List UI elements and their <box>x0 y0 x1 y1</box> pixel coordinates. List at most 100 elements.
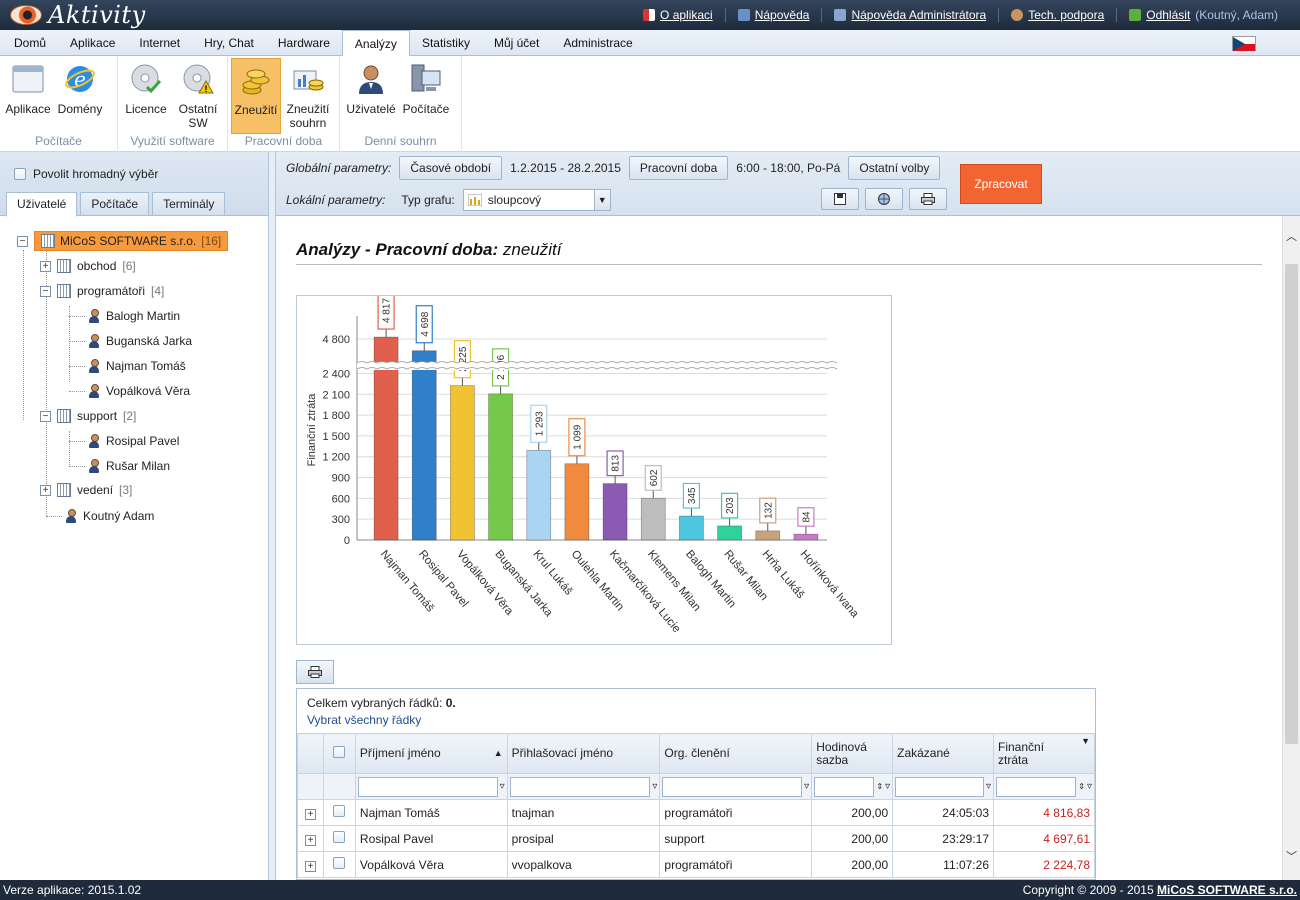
bulk-select-checkbox[interactable] <box>14 168 26 180</box>
filter-input-name[interactable] <box>357 776 498 797</box>
table-row[interactable]: + Vopálková Věra vvopalkova programátoři… <box>297 851 1095 878</box>
tab-users[interactable]: Uživatelé <box>6 192 78 217</box>
menu-item-internet[interactable]: Internet <box>127 30 192 55</box>
period-button[interactable]: Časové období <box>399 156 503 180</box>
ribbon-misuse-button[interactable]: Zneužití <box>231 58 281 134</box>
expand-row-icon[interactable]: + <box>304 834 316 846</box>
filter-icon[interactable]: ▿ <box>1087 781 1092 792</box>
spinner-icon[interactable]: ⇕ <box>1078 782 1085 791</box>
menu-item-my-account[interactable]: Můj účet <box>482 30 551 55</box>
top-link-about[interactable]: O aplikaci <box>631 8 725 22</box>
column-header-login[interactable]: Přihlašovací jméno <box>506 733 661 774</box>
top-link-support[interactable]: Tech. podpora <box>998 8 1116 22</box>
menu-item-analyses[interactable]: Analýzy <box>341 30 410 57</box>
ribbon-users-button[interactable]: Uživatelé <box>343 58 399 134</box>
tree-node-support[interactable]: − support [2] <box>40 405 136 427</box>
tree-user[interactable]: Rosipal Pavel <box>88 430 179 452</box>
tree-node-programatori[interactable]: − programátoři [4] <box>40 280 164 302</box>
collapse-icon[interactable]: − <box>40 410 51 422</box>
tree-user[interactable]: Buganská Jarka <box>88 330 192 352</box>
header-checkbox[interactable] <box>333 746 346 758</box>
worktime-button[interactable]: Pracovní doba <box>628 156 729 180</box>
bulk-select-toggle[interactable]: Povolit hromadný výběr <box>14 167 158 181</box>
top-link-help[interactable]: Nápověda <box>724 8 822 22</box>
tree-user[interactable]: Balogh Martin <box>88 305 180 327</box>
menu-item-hardware[interactable]: Hardware <box>266 30 342 55</box>
tree-node-obchod[interactable]: + obchod [6] <box>40 255 136 277</box>
export-button[interactable] <box>865 188 903 210</box>
filter-icon[interactable]: ▿ <box>986 781 991 792</box>
expand-icon[interactable]: + <box>40 484 51 496</box>
filter-input-org[interactable] <box>662 776 803 797</box>
header-select-all[interactable] <box>322 733 356 774</box>
filter-icon[interactable]: ▿ <box>885 781 890 792</box>
menu-item-statistics[interactable]: Statistiky <box>410 30 482 55</box>
collapse-icon[interactable]: − <box>40 285 51 297</box>
process-button[interactable]: Zpracovat <box>960 164 1042 204</box>
scroll-down-icon[interactable]: ﹀ <box>1283 848 1300 866</box>
tree-user[interactable]: Najman Tomáš <box>88 355 186 377</box>
window-icon <box>11 62 45 96</box>
column-header-name[interactable]: Příjmení jméno ▲ <box>354 733 508 774</box>
tree-user[interactable]: Rušar Milan <box>88 455 170 477</box>
czech-flag-icon[interactable] <box>1232 36 1256 51</box>
company-link[interactable]: MiCoS SOFTWARE s.r.o. <box>1157 883 1297 897</box>
ribbon-licence-button[interactable]: Licence <box>121 58 171 134</box>
column-header-loss[interactable]: Finanční ztráta ▼ <box>993 733 1095 774</box>
collapse-icon[interactable]: − <box>17 235 28 247</box>
other-options-button[interactable]: Ostatní volby <box>848 156 941 180</box>
expand-row-icon[interactable]: + <box>304 860 316 872</box>
top-link-logout[interactable]: Odhlásit (Koutný, Adam) <box>1116 8 1290 22</box>
print-button[interactable] <box>909 188 947 210</box>
chart-bar <box>450 385 475 541</box>
chevron-down-icon[interactable]: ▼ <box>593 190 610 210</box>
row-checkbox[interactable] <box>333 805 346 817</box>
ribbon-misuse-summary-button[interactable]: Zneužití souhrn <box>283 58 333 134</box>
menu-item-administration[interactable]: Administrace <box>551 30 644 55</box>
select-all-link[interactable]: Vybrat všechny řádky <box>307 713 421 727</box>
filter-icon[interactable]: ▿ <box>804 781 809 792</box>
ribbon-computers-button[interactable]: Počítače <box>401 58 451 134</box>
tree-user[interactable]: Vopálková Věra <box>88 380 190 402</box>
filter-input-forbidden[interactable] <box>895 776 984 797</box>
expand-row-icon[interactable]: + <box>304 808 316 820</box>
table-row[interactable]: + Najman Tomáš tnajman programátoři 200,… <box>297 799 1095 826</box>
filter-icon[interactable]: ▿ <box>500 781 505 792</box>
tree-user[interactable]: Koutný Adam <box>65 505 154 527</box>
print-table-button[interactable] <box>296 660 334 684</box>
filter-input-loss[interactable] <box>996 776 1077 797</box>
menu-item-home[interactable]: Domů <box>2 30 58 55</box>
ribbon-other-sw-button[interactable]: ! Ostatní SW <box>173 58 223 134</box>
expand-icon[interactable]: + <box>40 260 51 272</box>
tree-node-root[interactable]: − MiCoS SOFTWARE s.r.o. [16] <box>17 230 229 252</box>
save-button[interactable] <box>821 188 859 210</box>
tree-node-vedeni[interactable]: + vedení [3] <box>40 479 132 501</box>
chart-type-select[interactable]: sloupcový ▼ <box>462 189 611 211</box>
ribbon-domains-button[interactable]: e Domény <box>55 58 105 134</box>
app-title: Aktivity <box>48 1 146 29</box>
row-checkbox[interactable] <box>333 857 346 869</box>
print-icon <box>308 666 322 678</box>
vertical-scrollbar[interactable]: ︿ ﹀ <box>1282 216 1300 880</box>
scroll-up-icon[interactable]: ︿ <box>1283 228 1300 246</box>
column-header-rate[interactable]: Hodinová sazba <box>811 733 894 774</box>
filter-input-login[interactable] <box>509 776 651 797</box>
top-link-admin-help[interactable]: Nápověda Administrátora <box>821 8 998 22</box>
user-icon <box>88 459 100 473</box>
scroll-thumb[interactable] <box>1285 264 1298 744</box>
row-checkbox[interactable] <box>333 831 346 843</box>
column-header-org[interactable]: Org. členění <box>659 733 813 774</box>
menu-item-applications[interactable]: Aplikace <box>58 30 127 55</box>
column-header-forbidden[interactable]: Zakázané <box>892 733 994 774</box>
spinner-icon[interactable]: ⇕ <box>876 782 883 791</box>
tab-terminals[interactable]: Terminály <box>152 192 226 216</box>
user-icon <box>88 434 100 448</box>
tab-computers[interactable]: Počítače <box>80 192 150 216</box>
chevron-down-icon[interactable]: ▼ <box>1081 735 1090 748</box>
filter-input-rate[interactable] <box>814 776 875 797</box>
panel-splitter[interactable] <box>269 152 276 880</box>
filter-icon[interactable]: ▿ <box>652 781 657 792</box>
menu-item-games-chat[interactable]: Hry, Chat <box>192 30 266 55</box>
ribbon-applications-button[interactable]: Aplikace <box>3 58 53 134</box>
table-row[interactable]: + Rosipal Pavel prosipal support 200,00 … <box>297 825 1095 852</box>
